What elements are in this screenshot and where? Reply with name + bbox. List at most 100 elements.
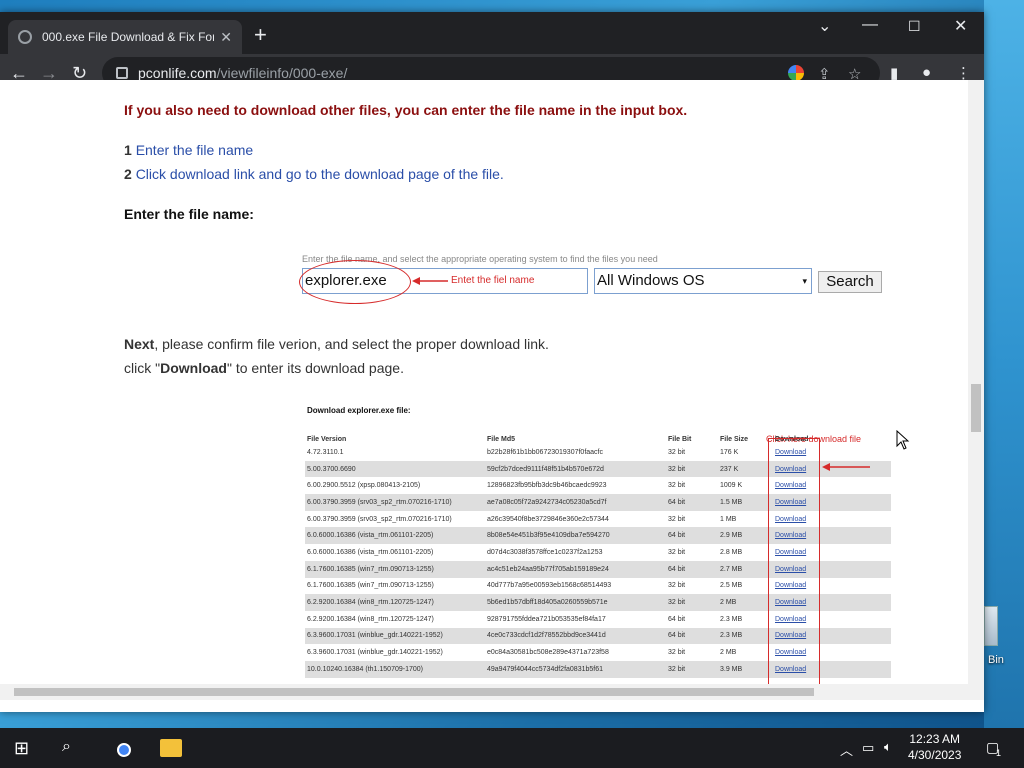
search-icon[interactable]: ⌕ (62, 738, 71, 756)
table-cell: 1.5 MB (720, 498, 743, 506)
table-cell: 2.9 MB (720, 532, 743, 540)
vertical-scrollbar[interactable] (968, 80, 984, 684)
windows-start-icon[interactable]: ⊞ (14, 738, 29, 759)
next-instructions: Next, please confirm file verion, and se… (124, 336, 549, 376)
table-cell: 5b6ed1b57dbff18d405a0260559b571e (487, 599, 608, 607)
table-cell: 64 bit (668, 615, 686, 623)
table-cell: 6.00.2900.5512 (xpsp.080413-2105) (307, 482, 421, 490)
table-cell: 3.9 MB (720, 665, 743, 673)
globe-icon (18, 30, 32, 44)
table-cell: 4.72.3110.1 (307, 448, 344, 456)
os-select[interactable]: All Windows OS ▾ (594, 268, 812, 294)
table-cell: 2.7 MB (720, 565, 743, 573)
vertical-scroll-thumb[interactable] (971, 384, 981, 432)
table-cell: 1 MB (720, 515, 737, 523)
table-cell: d07d4c3038f3578ffce1c0237f2a1253 (487, 548, 603, 556)
annotation-arrow-icon (412, 277, 448, 285)
volume-icon[interactable]: 🔈︎ (884, 739, 892, 755)
url-text: pconlife.com/viewfileinfo/000-exe/ (138, 65, 348, 81)
tab-title: 000.exe File Download & Fix For (42, 30, 215, 44)
network-icon[interactable]: ▭ (862, 740, 874, 756)
table-cell: 32 bit (668, 649, 686, 657)
taskbar: ⊞ ⌕ ︿ ▭ 🔈︎ 12:23 AM 4/30/2023 ▢ 1 (0, 728, 1024, 768)
table-cell: e0c84a30581bc508e289e4371a723f58 (487, 649, 609, 657)
table-cell: 59cf2b7dced9111f48f51b4b570e672d (487, 465, 604, 473)
table-cell: 40d777b7a95e00593eb1568c68514493 (487, 582, 612, 590)
clock-date: 4/30/2023 (908, 748, 962, 762)
tab-search-icon[interactable]: ⌄ (818, 16, 831, 36)
enter-file-label: Enter the file name: (124, 206, 254, 222)
chevron-up-icon[interactable]: ︿ (840, 740, 853, 759)
table-cell: 10.0.10240.16384 (th1.150709-1700) (307, 665, 423, 673)
annotation-arrow-icon (822, 463, 870, 471)
search-button[interactable]: Search (818, 271, 882, 293)
filename-highlight-circle (299, 260, 411, 304)
table-cell: 6.0.6000.16386 (vista_rtm.061101-2205) (307, 548, 434, 556)
table-cell: 4ce0c733cdcf1d2f78552bbd9ce3441d (487, 632, 606, 640)
table-cell: 32 bit (668, 465, 686, 473)
table-cell: 6.1.7600.16385 (win7_rtm.090713-1255) (307, 565, 434, 573)
profile-icon[interactable]: ● (922, 64, 931, 81)
chevron-down-icon: ▾ (802, 276, 807, 286)
close-window-button[interactable]: ✕ (954, 16, 967, 36)
notification-count: 1 (996, 748, 1002, 758)
table-cell: 32 bit (668, 599, 686, 607)
browser-tab[interactable]: 000.exe File Download & Fix For ✕ (8, 20, 242, 54)
filename-annotation: Entet the fiel name (451, 275, 535, 286)
file-explorer-icon[interactable] (160, 739, 182, 757)
maximize-button[interactable]: ☐ (908, 18, 921, 35)
mouse-cursor-icon (896, 430, 910, 450)
table-cell: 1009 K (720, 482, 743, 490)
table-cell: 8b08e54e451b3f95e4109dba7e594270 (487, 532, 610, 540)
table-cell: 32 bit (668, 482, 686, 490)
table-cell: 49a9479f4044cc5734df2fa0831b5f61 (487, 665, 603, 673)
table-cell: 6.3.9600.17031 (winblue_gdr.140221-1952) (307, 632, 443, 640)
table-cell: ac4c51eb24aa95b77f705ab159189e24 (487, 565, 609, 573)
table-cell: 32 bit (668, 582, 686, 590)
notice-text: If you also need to download other files… (124, 102, 688, 118)
table-cell: 64 bit (668, 565, 686, 573)
table-cell: 928791755fddea721b053535ef84fa17 (487, 615, 606, 623)
recycle-bin-icon[interactable] (984, 606, 998, 646)
recycle-bin-label: Bin (988, 654, 1004, 666)
table-cell: 5.00.3700.6690 (307, 465, 356, 473)
table-cell: 32 bit (668, 665, 686, 673)
table-cell: 6.2.9200.16384 (win8_rtm.120725-1247) (307, 599, 434, 607)
table-cell: 6.0.6000.16386 (vista_rtm.061101-2205) (307, 532, 434, 540)
tab-bar: 000.exe File Download & Fix For ✕ + ⌄ — … (0, 12, 984, 54)
table-cell: 6.00.3790.3959 (srv03_sp2_rtm.070216-171… (307, 515, 452, 523)
web-page: If you also need to download other files… (0, 80, 968, 684)
google-translate-icon[interactable] (788, 65, 804, 81)
table-cell: 6.1.7600.16385 (win7_rtm.090713-1255) (307, 582, 434, 590)
table-cell: 6.3.9600.17031 (winblue_gdr.140221-1952) (307, 649, 443, 657)
table-cell: 6.00.3790.3959 (srv03_sp2_rtm.070216-171… (307, 498, 452, 506)
step-2: 2 Click download link and go to the down… (124, 166, 504, 182)
table-cell: 2 MB (720, 649, 737, 657)
horizontal-scroll-thumb[interactable] (14, 688, 814, 696)
table-cell: 2 MB (720, 599, 737, 607)
table-cell: a26c39540f8be3729846e360e2c57344 (487, 515, 609, 523)
tab-close-icon[interactable]: ✕ (220, 29, 232, 46)
new-tab-button[interactable]: + (254, 24, 267, 46)
table-cell: 64 bit (668, 532, 686, 540)
download-table-title: Download explorer.exe file: (307, 406, 411, 415)
system-clock[interactable]: 12:23 AM 4/30/2023 (908, 731, 961, 763)
step-1: 1 Enter the file name (124, 142, 254, 158)
table-cell: 32 bit (668, 548, 686, 556)
lock-icon[interactable] (116, 67, 128, 79)
minimize-button[interactable]: — (862, 16, 878, 34)
table-cell: b22b28f61b1bb06723019307f0faacfc (487, 448, 603, 456)
step-2-link[interactable]: Click download link and go to the downlo… (136, 166, 504, 182)
step-1-link[interactable]: Enter the file name (136, 142, 254, 158)
table-cell: 12896823fb95bfb3dc9b46bcaedc9923 (487, 482, 607, 490)
table-cell: 2.3 MB (720, 615, 743, 623)
os-select-value: All Windows OS (597, 272, 705, 289)
table-cell: 64 bit (668, 632, 686, 640)
table-cell: 2.3 MB (720, 632, 743, 640)
download-column-highlight (768, 438, 820, 684)
table-cell: ae7a08c05f72a9242734c05230a5cd7f (487, 498, 607, 506)
clock-time: 12:23 AM (909, 732, 961, 746)
table-cell: 237 K (720, 465, 739, 473)
table-cell: 2.8 MB (720, 548, 743, 556)
table-cell: 64 bit (668, 498, 686, 506)
